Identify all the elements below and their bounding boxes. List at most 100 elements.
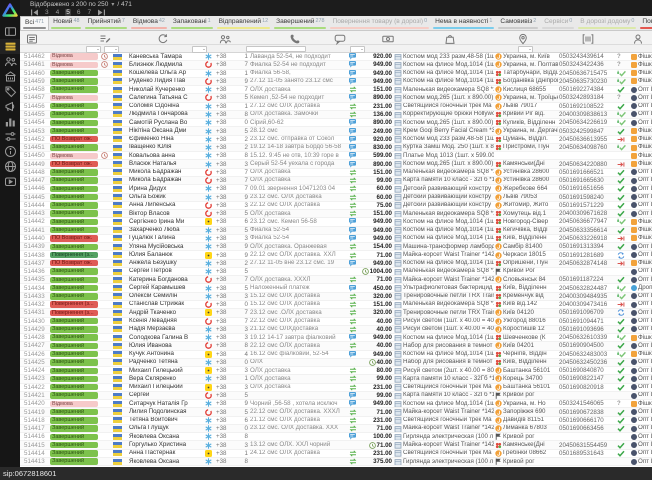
customer-name: Захарченко Люба	[128, 227, 204, 234]
table-row[interactable]: 514434ЗавершенийСергей Карамышев+385Нало…	[20, 284, 652, 292]
status-tab[interactable]: Прийнятий7	[83, 16, 128, 30]
table-row[interactable]: 514426ЗавершенийКучук Антонина+38416.12 …	[20, 351, 652, 359]
channel-cell	[348, 210, 360, 217]
page-number[interactable]: 5	[65, 9, 71, 16]
table-row[interactable]: 514422ЗавершенийМихаил Гилецький+383ОЛХ …	[20, 384, 652, 392]
page-number[interactable]: 7	[87, 9, 93, 16]
status-tab[interactable]: Відправлений12	[215, 16, 273, 30]
table-row[interactable]: 514447ЗавершенийМикола Бадражан+387ОЛХ д…	[20, 177, 652, 185]
product: Майка-корсет Waist Trainer *142	[393, 408, 494, 415]
sms-icon	[349, 78, 356, 85]
table-row[interactable]: 514421ЗавершенийСергей+38599.00Карта пам…	[20, 392, 652, 400]
page-number[interactable]: 4	[55, 9, 61, 16]
filter-dropdown[interactable]	[86, 46, 101, 53]
page-number[interactable]: 6	[76, 9, 82, 16]
country-flag-cell	[112, 53, 128, 60]
table-row[interactable]: 514436ЗавершенийСергей Петров+3851004.00…	[20, 268, 652, 276]
sidebar-item-contacts[interactable]	[0, 54, 20, 69]
table-row[interactable]: 514431Повернення (з...Андрій Ткаченко+38…	[20, 309, 652, 317]
operator-cell	[204, 284, 215, 291]
table-row[interactable]: 514442ЗавершенийСергієнко Ірина Ми+38623…	[20, 218, 652, 226]
table-row[interactable]: 514437ПО Возврат ож.Анжела Безушку+38227…	[20, 260, 652, 268]
status-tab[interactable]: Самовивіз2	[496, 16, 540, 30]
ttn-number: 0503243422436	[558, 61, 616, 68]
filter-input[interactable]	[246, 46, 306, 52]
status-tab[interactable]: В дорозі додому0	[576, 16, 638, 30]
status-tab[interactable]: Пов	[638, 16, 652, 30]
status-tab-underline	[85, 27, 126, 29]
table-row[interactable]: 514438Повернення (з...Юлия Баланюк+38922…	[20, 251, 652, 259]
table-row[interactable]: 514449ПО Возврат ож.Власюк Наталья+383Се…	[20, 160, 652, 168]
status-tab[interactable]: Повернення товару (в дорозі)0	[328, 16, 431, 30]
table-row[interactable]: 514435ЗавершенийКатерина Богданова+387ОЛ…	[20, 276, 652, 284]
table-row[interactable]: 514450ВідмоваКовальова анна+38815.12. 9:…	[20, 152, 652, 160]
status-tab[interactable]: Всі471	[20, 16, 49, 30]
table-row[interactable]: 514429ЗавершенийНадія Мерзаєва+38321.12 …	[20, 326, 652, 334]
sidebar-item-globe[interactable]	[0, 159, 20, 174]
filter-dropdown[interactable]	[518, 46, 533, 53]
address: Опришени, Пун	[494, 260, 558, 267]
table-row[interactable]: 514457ВідмоваСалегина Татьяна С+385Кемел…	[20, 94, 652, 102]
table-row[interactable]: 514428ЗавершенийСолодкова Галина В+38319…	[20, 334, 652, 342]
page-size-caret-icon[interactable]: ▾	[111, 2, 114, 8]
kyivstar-icon	[205, 194, 212, 201]
delivery-status-cell	[616, 417, 630, 424]
table-row[interactable]: 514414ЗавершенийАнна Пастернак+38124.12 …	[20, 450, 652, 458]
table-row[interactable]: 514454ЗавершенийСамотій Руслана Во+380Сі…	[20, 119, 652, 127]
table-row[interactable]: 514452ПО Возврат ож.Єфименко Ніна+38223.…	[20, 136, 652, 144]
table-row[interactable]: 514443ЗавершенийВіктор Власов+385ОЛХ дос…	[20, 210, 652, 218]
table-row[interactable]: 514455ЗавершенийЛюдмила Гончарова+388ОЛХ…	[20, 111, 652, 119]
table-row[interactable]: 514440ПО Возврат ож.Гуцалюк Галина+383Фи…	[20, 235, 652, 243]
page-number[interactable]: 3	[44, 9, 50, 16]
table-row[interactable]: 514419ЗавершенийЛилия Подолинская+38522.…	[20, 408, 652, 416]
sidebar-item-dashboard[interactable]	[0, 24, 20, 39]
table-row[interactable]: 514461ВідмоваБлизнюк Людмила+387Фиалка 5…	[20, 61, 652, 69]
table-row[interactable]: 514451ЗавершенийІващенко Юлія+38219.12 1…	[20, 144, 652, 152]
table-row[interactable]: 514423ЗавершенийВера Скляренко+381ОЛХ до…	[20, 375, 652, 383]
product-box-icon	[394, 210, 402, 217]
filter-dropdown[interactable]	[350, 46, 365, 53]
table-row[interactable]: 514459ЗавершенийРуденко Лидия Пав+38927.…	[20, 78, 652, 86]
table-row[interactable]: 514439ЗавершенийУляна Мусійовська+389ОЛХ…	[20, 243, 652, 251]
table-row[interactable]: 514462ВідмоваКаневська Тамара+381Лаванда…	[20, 53, 652, 61]
filter-dropdown[interactable]	[192, 46, 207, 53]
check-ok-icon	[617, 103, 625, 110]
table-row[interactable]: 514430ЗавершенийКсенія Левадняя+38722.12…	[20, 318, 652, 326]
status-tab[interactable]: Сервіси0	[540, 16, 576, 30]
table-row[interactable]: 514460ЗавершенийКошелева Ольга Ар+381Фиа…	[20, 70, 652, 78]
status-tab[interactable]: Завершений278	[272, 16, 328, 30]
table-row[interactable]: 514446ЗавершенийИрина Дидух+38709.01 зве…	[20, 185, 652, 193]
sidebar-item-orders[interactable]	[0, 39, 20, 54]
table-row[interactable]: 514413ЗавершенийЯковлева Оксана+388375.0…	[20, 458, 652, 466]
table-row[interactable]: 514416ЗавершенийЯковлева Оксана+388100.0…	[20, 433, 652, 441]
table-row[interactable]: 514445ЗавершенийОльга Божик+38923.12 смс…	[20, 194, 652, 202]
table-row[interactable]: 514424ЗавершенийМихаил Гилецький+383ОЛХ …	[20, 367, 652, 375]
filter-dropdown[interactable]	[104, 46, 119, 53]
table-row[interactable]: 514420ВідмоваСитарчук Наталія Гр+389Чорн…	[20, 400, 652, 408]
sidebar-item-stats[interactable]	[0, 114, 20, 129]
table-row[interactable]: 514441ЗавершенийЗахарченко Люба+385Фиалк…	[20, 227, 652, 235]
channel-cell	[348, 152, 360, 159]
table-row[interactable]: 514427ЗавершенийЮлия Иванова+38822.12 см…	[20, 342, 652, 350]
status-tab[interactable]: Новий48	[49, 16, 83, 30]
status-tab[interactable]: Запаковані1	[169, 16, 215, 30]
table-row[interactable]: 514417ЗавершенийОльга Глущук+38023.12 см…	[20, 425, 652, 433]
sidebar-item-company[interactable]	[0, 69, 20, 84]
sidebar-item-products[interactable]	[0, 84, 20, 99]
table-row[interactable]: 514425ЗавершенийРадченко Тетяна+380ОЛХ40…	[20, 359, 652, 367]
sidebar-item-tuner[interactable]	[0, 129, 20, 144]
table-row[interactable]: 514448ЗавершенийМикола Бадражан+387ОЛХ д…	[20, 169, 652, 177]
table-row[interactable]: 514453ЗавершенийНікітіна Оксана Дми+3852…	[20, 127, 652, 135]
sidebar-item-campaign[interactable]	[0, 99, 20, 114]
status-tab[interactable]: Нема в наявності1	[431, 16, 496, 30]
table-row[interactable]: 514444ЗавершенийАнна Липенська+38322.12 …	[20, 202, 652, 210]
table-row[interactable]: 514456ЗавершенийСоломія Сідоніна+38127.1…	[20, 103, 652, 111]
table-row[interactable]: 514458ЗавершенийНиколай Кучеренко+387ОЛХ…	[20, 86, 652, 94]
table-row[interactable]: 514418ЗавершенийТетяна Войтович+38621.12…	[20, 417, 652, 425]
sidebar-item-video[interactable]	[0, 174, 20, 189]
table-row[interactable]: 514432Повернення (з...Станіслав Стрижак+…	[20, 301, 652, 309]
status-tab[interactable]: Відмова42	[129, 16, 169, 30]
table-row[interactable]: 514415ЗавершенийГоргулько Христина+38313…	[20, 441, 652, 449]
table-row[interactable]: 514433ЗавершенийОлексій Семилін+38315.12…	[20, 293, 652, 301]
sidebar-item-info[interactable]	[0, 144, 20, 159]
